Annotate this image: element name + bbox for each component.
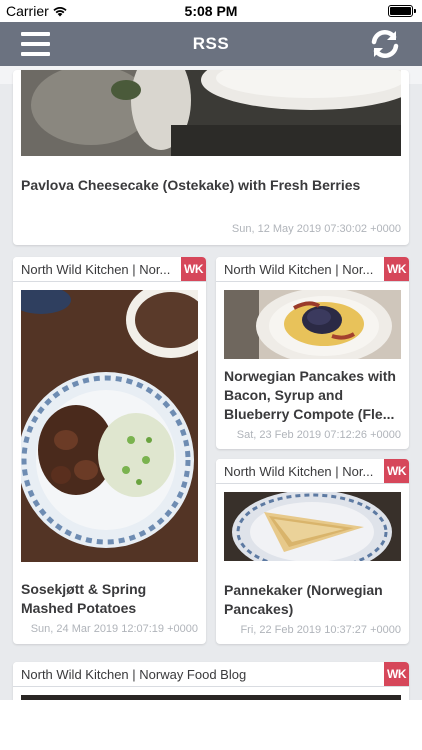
card-title: Sosekjøtt & Spring Mashed Potatoes <box>21 581 147 616</box>
card-source: North Wild Kitchen | Nor... <box>21 262 171 277</box>
source-badge: WK <box>384 459 409 483</box>
card-date: Sun, 12 May 2019 07:30:02 +0000 <box>231 223 401 235</box>
card-image-pavlova <box>21 70 401 156</box>
status-time: 5:08 PM <box>184 3 238 19</box>
card-date: Sun, 24 Mar 2019 12:07:19 +0000 <box>30 623 198 635</box>
refresh-icon <box>371 29 399 59</box>
bottom-bar <box>0 700 422 750</box>
card-date: Fri, 22 Feb 2019 10:37:27 +0000 <box>240 624 401 636</box>
card-image-sosekjott <box>21 290 198 562</box>
card-image-pannekaker <box>224 492 401 561</box>
card-header: North Wild Kitchen | Norway Food Blog WK <box>13 662 409 687</box>
page-title: RSS <box>192 34 230 53</box>
feed-card-pancakes-bacon[interactable]: North Wild Kitchen | Nor... WK Norwegian… <box>216 257 409 449</box>
card-date: Sat, 23 Feb 2019 07:12:26 +0000 <box>236 429 401 441</box>
card-header: North Wild Kitchen | Nor... WK <box>216 459 409 484</box>
card-title: Pavlova Cheesecake (Ostekake) with Fresh… <box>21 177 361 193</box>
card-source: North Wild Kitchen | Norway Food Blog <box>21 667 247 682</box>
card-image-pancakes-bacon <box>224 290 401 359</box>
card-header: North Wild Kitchen | Nor... WK <box>216 257 409 282</box>
battery-icon <box>388 5 416 17</box>
refresh-button[interactable] <box>368 27 402 61</box>
card-header: North Wild Kitchen | Nor... WK <box>13 257 206 282</box>
card-source: North Wild Kitchen | Nor... <box>224 262 374 277</box>
card-title: Pannekaker (Norwegian Pancakes) <box>224 582 383 617</box>
card-source: North Wild Kitchen | Nor... <box>224 464 374 479</box>
feed-card-sosekjott[interactable]: North Wild Kitchen | Nor... WK Sosekjøtt… <box>13 257 206 644</box>
feed-list[interactable]: Pavlova Cheesecake (Ostekake) with Fresh… <box>0 66 422 750</box>
source-badge: WK <box>384 257 409 281</box>
source-badge: WK <box>181 257 206 281</box>
source-badge: WK <box>384 662 409 686</box>
feed-card-pannekaker[interactable]: North Wild Kitchen | Nor... WK Pannekake… <box>216 459 409 644</box>
navigation-bar: RSS <box>0 22 422 66</box>
feed-card-pavlova[interactable]: Pavlova Cheesecake (Ostekake) with Fresh… <box>13 70 409 245</box>
status-bar: Carrier 5:08 PM <box>0 0 422 22</box>
card-title: Norwegian Pancakes with Bacon, Syrup and… <box>224 368 396 422</box>
